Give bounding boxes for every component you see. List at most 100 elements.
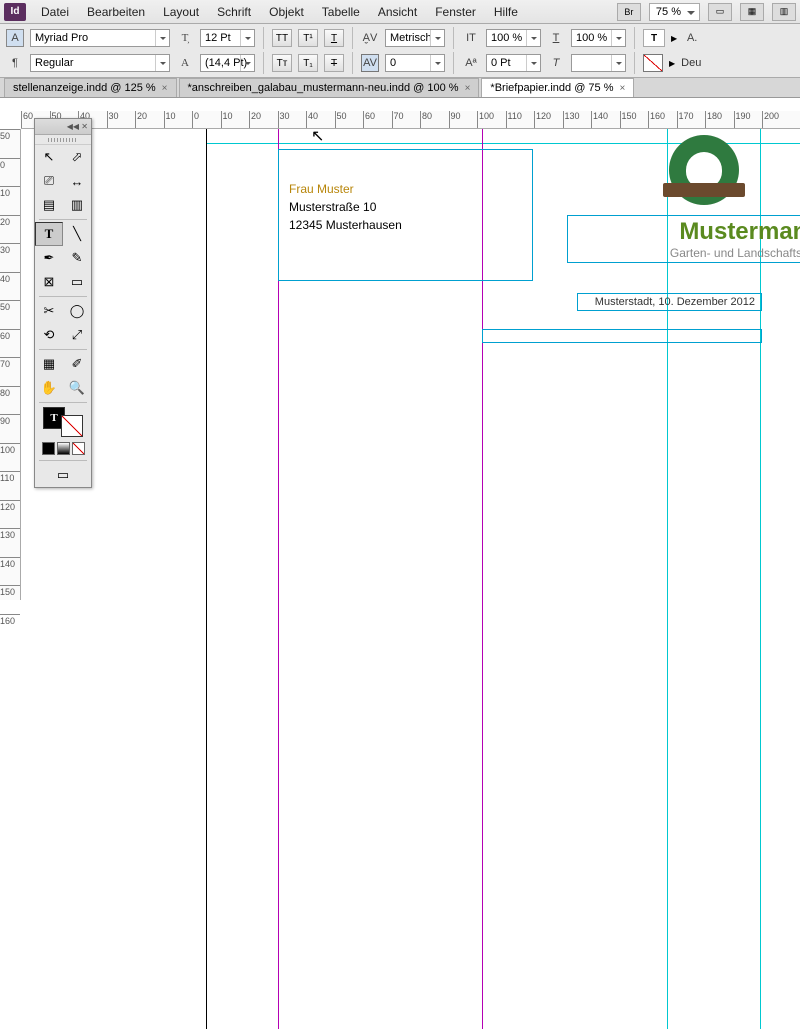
bridge-button[interactable]: Br: [617, 3, 641, 21]
line-tool[interactable]: ╲: [63, 222, 91, 246]
street: Musterstraße 10: [289, 198, 522, 216]
stroke-swatch[interactable]: [643, 54, 663, 72]
control-panel: A Myriad Pro T͕ 12 Pt TT T¹ T A̬V Metris…: [0, 24, 800, 78]
view-mode-button[interactable]: ▭: [35, 463, 91, 487]
page-tool[interactable]: ⎚: [35, 169, 63, 193]
vertical-ruler[interactable]: 5001020304050607080901001101201301401501…: [0, 129, 21, 600]
vscale-select[interactable]: 100 %: [486, 29, 541, 47]
company-frame[interactable]: Mustermann Garten- und Landschaftsbau: [567, 215, 800, 263]
subscript-button[interactable]: T₁: [298, 54, 318, 72]
leading-select[interactable]: (14,4 Pt): [200, 54, 255, 72]
selection-tool[interactable]: ↖: [35, 145, 63, 169]
font-style-select[interactable]: Regular: [30, 54, 170, 72]
font-family-select[interactable]: Myriad Pro: [30, 29, 170, 47]
type-tool[interactable]: T: [35, 222, 63, 246]
menu-file[interactable]: Datei: [32, 5, 78, 19]
font-size-select[interactable]: 12 Pt: [200, 29, 255, 47]
cursor-icon: ↖: [311, 126, 324, 146]
strikethrough-button[interactable]: T: [324, 54, 344, 72]
body-frame[interactable]: [482, 329, 762, 343]
tools-panel[interactable]: ◀◀ ✕ ↖ ⬀ ⎚ ↔ ▤ ▥ T ╲ ✒ ✎ ⊠ ▭ ✂ ◯ ⟲ ⤢ ▦ ✐…: [34, 118, 92, 488]
company-sub: Garten- und Landschaftsbau: [572, 246, 800, 260]
document-tabs: stellenanzeige.indd @ 125 %× *anschreibe…: [0, 78, 800, 98]
menu-layout[interactable]: Layout: [154, 5, 208, 19]
close-icon[interactable]: ×: [620, 83, 626, 94]
tab-anschreiben[interactable]: *anschreiben_galabau_mustermann-neu.indd…: [179, 78, 480, 97]
skew-icon: T: [547, 54, 565, 72]
eyedropper-tool[interactable]: ✐: [63, 352, 91, 376]
direct-selection-tool[interactable]: ⬀: [63, 145, 91, 169]
language-label: Deu: [681, 57, 701, 69]
scale-tool[interactable]: ⤢: [63, 323, 91, 347]
tab-briefpapier[interactable]: *Briefpapier.indd @ 75 %×: [481, 78, 634, 97]
smallcaps-button[interactable]: Tᴛ: [272, 54, 292, 72]
zoom-value: 75 %: [656, 6, 681, 18]
menu-edit[interactable]: Bearbeiten: [78, 5, 154, 19]
date-frame[interactable]: Musterstadt, 10. Dezember 2012: [577, 293, 762, 311]
address-text: Frau Muster Musterstraße 10 12345 Muster…: [279, 150, 532, 244]
view-options-button[interactable]: ▥: [772, 3, 796, 21]
content-collector-tool[interactable]: ▤: [35, 193, 63, 217]
menubar: Id Datei Bearbeiten Layout Schrift Objek…: [0, 0, 800, 24]
horizontal-ruler[interactable]: 6050403020100102030405060708090100110120…: [21, 111, 800, 129]
menu-object[interactable]: Objekt: [260, 5, 313, 19]
apply-none-button[interactable]: [72, 442, 85, 455]
hscale-select[interactable]: 100 %: [571, 29, 626, 47]
apply-gradient-button[interactable]: [57, 442, 70, 455]
screen-mode-button[interactable]: ▭: [708, 3, 732, 21]
baseline-icon: Aª: [462, 54, 480, 72]
allcaps-button[interactable]: TT: [272, 29, 292, 47]
logo-frame[interactable]: [669, 135, 739, 205]
fill-stroke-proxy[interactable]: T: [35, 405, 91, 439]
zoom-tool[interactable]: 🔍: [63, 376, 91, 400]
pen-tool[interactable]: ✒: [35, 246, 63, 270]
panel-collapse-icon[interactable]: ◀◀ ✕: [35, 119, 91, 135]
city: 12345 Musterhausen: [289, 216, 522, 234]
rectangle-frame-tool[interactable]: ⊠: [35, 270, 63, 294]
arrange-button[interactable]: ▦: [740, 3, 764, 21]
menu-view[interactable]: Ansicht: [369, 5, 426, 19]
superscript-button[interactable]: T¹: [298, 29, 318, 47]
scissors-tool[interactable]: ✂: [35, 299, 63, 323]
pencil-tool[interactable]: ✎: [63, 246, 91, 270]
date-text: Musterstadt, 10. Dezember 2012: [578, 294, 761, 310]
tracking-select[interactable]: 0: [385, 54, 445, 72]
content-placer-tool[interactable]: ▥: [63, 193, 91, 217]
pasteboard[interactable]: Frau Muster Musterstraße 10 12345 Muster…: [21, 129, 800, 600]
tracking-icon: AV: [361, 54, 379, 72]
company-name: Mustermann: [572, 218, 800, 246]
fill-swatch[interactable]: T: [643, 29, 665, 47]
font-size-icon: T͕: [176, 29, 194, 47]
baseline-select[interactable]: 0 Pt: [486, 54, 541, 72]
hand-tool[interactable]: ✋: [35, 376, 63, 400]
apply-color-button[interactable]: [42, 442, 55, 455]
panel-grip[interactable]: [35, 135, 91, 145]
menu-type[interactable]: Schrift: [208, 5, 260, 19]
address-text-frame[interactable]: Frau Muster Musterstraße 10 12345 Muster…: [278, 149, 533, 281]
rectangle-tool[interactable]: ▭: [63, 270, 91, 294]
close-icon[interactable]: ×: [162, 83, 168, 94]
zoom-level-select[interactable]: 75 %: [649, 3, 700, 21]
char-mode-icon[interactable]: A: [6, 29, 24, 47]
rotate-tool[interactable]: ⟲: [35, 323, 63, 347]
para-mode-icon[interactable]: ¶: [6, 54, 24, 72]
hscale-icon: T: [547, 29, 565, 47]
menu-window[interactable]: Fenster: [426, 5, 485, 19]
workspace: 6050403020100102030405060708090100110120…: [0, 111, 800, 600]
menu-table[interactable]: Tabelle: [313, 5, 369, 19]
logo-icon: [669, 135, 739, 205]
tab-stellenanzeige[interactable]: stellenanzeige.indd @ 125 %×: [4, 78, 177, 97]
gradient-swatch-tool[interactable]: ▦: [35, 352, 63, 376]
free-transform-tool[interactable]: ◯: [63, 299, 91, 323]
underline-button[interactable]: T: [324, 29, 344, 47]
page[interactable]: Frau Muster Musterstraße 10 12345 Muster…: [206, 129, 800, 1029]
leading-icon: A͏: [176, 54, 194, 72]
kerning-select[interactable]: Metrisch: [385, 29, 445, 47]
kerning-icon: A̬V: [361, 29, 379, 47]
close-icon[interactable]: ×: [465, 83, 471, 94]
char-style-icon: A.: [683, 29, 701, 47]
gap-tool[interactable]: ↔: [63, 169, 91, 193]
app-logo-icon: Id: [4, 3, 26, 21]
skew-select[interactable]: [571, 54, 626, 72]
menu-help[interactable]: Hilfe: [485, 5, 527, 19]
